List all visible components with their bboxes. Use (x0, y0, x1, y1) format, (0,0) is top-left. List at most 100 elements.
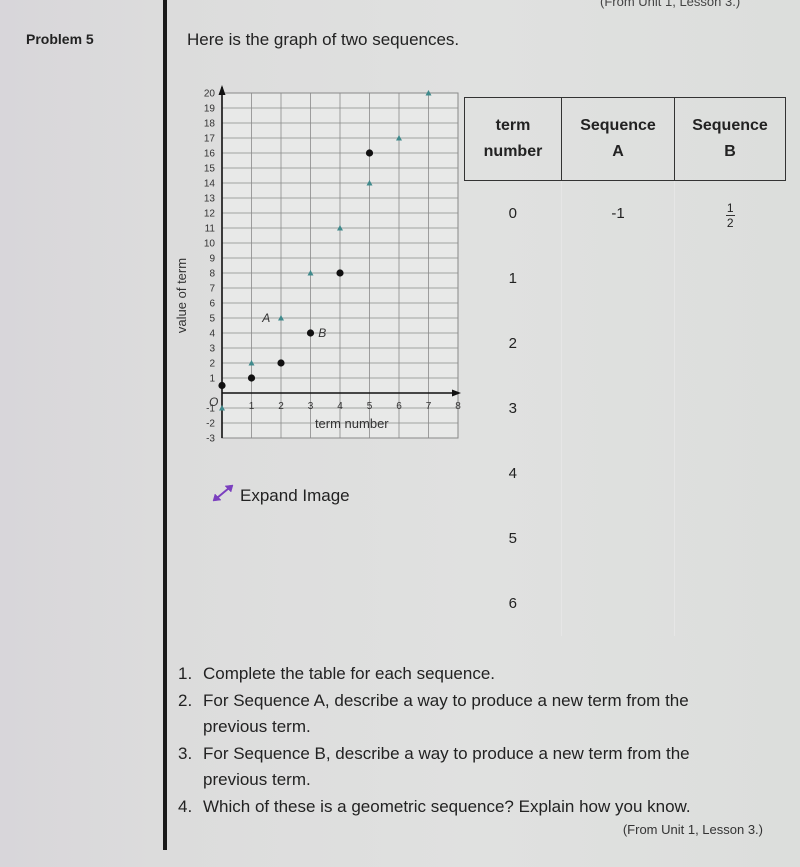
series-label-a: A (261, 311, 270, 325)
y-tick-label: 18 (204, 119, 216, 130)
data-point-sequence-b (336, 269, 344, 277)
y-tick-label: 4 (209, 329, 215, 340)
fraction: 12 (725, 200, 735, 230)
question-number: 2. (178, 690, 193, 710)
x-tick-label: 7 (426, 401, 432, 412)
table-row: 2 (464, 311, 786, 376)
y-tick-label: 15 (204, 164, 216, 175)
question-text: Which of these is a geometric sequence? … (203, 796, 691, 816)
y-tick-label: 5 (209, 314, 215, 325)
y-axis-label: value of term (174, 258, 189, 333)
y-tick-label: 13 (204, 194, 216, 205)
x-tick-label: 8 (455, 401, 461, 412)
problem-intro: Here is the graph of two sequences. (187, 30, 460, 49)
cell-sequence-a[interactable] (561, 441, 675, 506)
data-point-sequence-b (277, 359, 285, 367)
y-tick-label: 9 (209, 254, 215, 265)
table-row: 6 (464, 571, 786, 636)
table-row: 3 (464, 376, 786, 441)
y-tick-label: -2 (206, 419, 215, 430)
cell-sequence-a[interactable] (561, 376, 675, 441)
series-label-b: B (318, 326, 326, 340)
header-line: Sequence (692, 117, 768, 134)
y-tick-label: 12 (204, 209, 216, 220)
cell-sequence-b[interactable] (675, 376, 786, 441)
cell-sequence-b[interactable] (675, 571, 786, 636)
cell-sequence-b[interactable]: 12 (675, 181, 786, 247)
expand-image-label: Expand Image (240, 485, 350, 505)
question-list: 1. Complete the table for each sequence. … (178, 661, 738, 820)
table-header-row: term number Sequence A Sequence B (464, 97, 786, 181)
y-tick-label: 6 (209, 299, 215, 310)
cell-sequence-b[interactable] (675, 311, 786, 376)
cell-term-number: 0 (464, 180, 562, 246)
data-point-sequence-b (218, 381, 226, 390)
question-text: Complete the table for each sequence. (203, 664, 496, 683)
header-sequence-a: Sequence A (561, 97, 675, 181)
question-text: For Sequence B, describe a way to produc… (203, 743, 690, 790)
table-row: 1 (464, 246, 786, 311)
y-tick-label: 16 (204, 149, 216, 160)
header-line: A (612, 143, 624, 160)
origin-label: O (209, 395, 218, 409)
y-tick-label: 17 (204, 134, 216, 145)
x-tick-label: 3 (308, 401, 314, 412)
y-tick-label: 1 (209, 374, 215, 385)
cell-sequence-a[interactable] (561, 506, 675, 571)
question-item: 3. For Sequence B, describe a way to prod… (178, 741, 738, 794)
header-sequence-b: Sequence B (674, 97, 786, 181)
cell-sequence-b[interactable] (675, 246, 786, 311)
question-item: 4. Which of these is a geometric sequence… (178, 794, 738, 821)
cell-sequence-a[interactable] (561, 311, 675, 376)
problem-label: Problem 5 (26, 31, 94, 47)
header-term-number: term number (464, 97, 562, 181)
cell-sequence-a[interactable]: -1 (561, 180, 675, 246)
table-row: 0 -1 1 2 (464, 180, 786, 247)
cell-sequence-b[interactable] (675, 506, 786, 571)
expand-arrows-icon (212, 484, 234, 507)
cell-sequence-b[interactable] (675, 441, 786, 506)
y-tick-label: 3 (209, 344, 215, 355)
denominator: 2 (726, 215, 734, 230)
cell-term-number: 5 (464, 506, 562, 571)
expand-image-button[interactable]: Expand Image (212, 484, 350, 507)
x-tick-label: 5 (367, 401, 373, 412)
question-number: 3. (178, 743, 193, 763)
x-axis-label: term number (315, 416, 389, 431)
y-tick-label: 2 (209, 359, 215, 370)
x-tick-label: 4 (337, 401, 343, 412)
question-item: 2. For Sequence A, describe a way to prod… (178, 688, 738, 741)
y-tick-label: 8 (209, 269, 215, 280)
divider (163, 0, 167, 850)
cell-term-number: 4 (464, 441, 562, 506)
cell-sequence-a[interactable] (561, 246, 675, 311)
cell-term-number: 2 (464, 311, 562, 376)
question-number: 4. (178, 796, 193, 816)
y-tick-label: 20 (204, 89, 216, 100)
data-point-sequence-b (247, 374, 256, 382)
data-point-sequence-b (306, 329, 315, 337)
x-tick-label: 1 (249, 401, 255, 412)
y-axis-arrow (218, 85, 226, 95)
numerator: 1 (726, 200, 734, 215)
cell-term-number: 1 (464, 246, 562, 311)
table-row: 5 (464, 506, 786, 571)
header-line: Sequence (580, 117, 656, 134)
y-tick-label: 19 (204, 104, 216, 115)
y-tick-label: 11 (205, 224, 216, 235)
cell-term-number: 6 (464, 571, 562, 636)
y-tick-label: -3 (206, 434, 215, 445)
sequence-graph: -3 -2 -1 1 2 3 4 5 6 7 8 9 10 11 12 13 14 15 16 17 18 19 20 1 2 3… (170, 82, 465, 457)
y-tick-label: 7 (209, 284, 215, 295)
y-tick-label: 10 (204, 239, 216, 250)
header-line: B (724, 143, 736, 160)
header-line: number (483, 143, 543, 160)
source-note: (From Unit 1, Lesson 3.) (622, 822, 763, 837)
y-tick-label: 14 (204, 179, 216, 190)
table-row: 4 (464, 441, 786, 506)
question-item: 1. Complete the table for each sequence. (178, 661, 738, 688)
x-tick-label: 2 (278, 401, 284, 412)
sequence-table: term number Sequence A Sequence B 0 -1 1 2 1… (464, 97, 786, 636)
x-tick-label: 6 (396, 401, 402, 412)
cell-sequence-a[interactable] (561, 571, 675, 636)
